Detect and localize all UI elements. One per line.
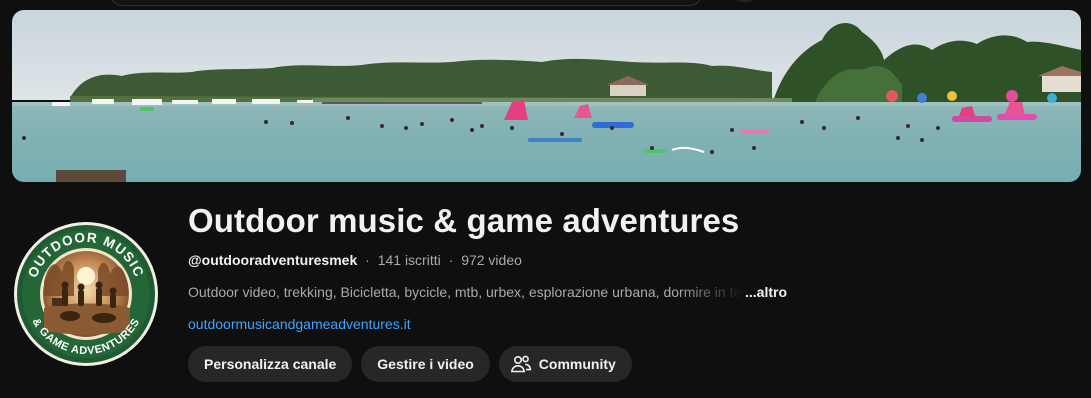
subscriber-count: 141 iscritti — [377, 252, 441, 268]
description-text: Outdoor video, trekking, Bicicletta, byc… — [188, 284, 744, 300]
voice-button-edge[interactable] — [733, 0, 757, 2]
more-link[interactable]: ...altro — [745, 284, 787, 300]
avatar-logo: OUTDOOR MUSIC & GAME ADVENTURES — [14, 222, 158, 366]
channel-handle: @outdooradventuresmek — [188, 252, 358, 268]
channel-actions: Personalizza canale Gestire i video Comm… — [188, 346, 632, 382]
community-button[interactable]: Community — [498, 346, 632, 382]
video-count: 972 video — [461, 252, 522, 268]
channel-banner — [12, 10, 1081, 182]
channel-description[interactable]: Outdoor video, trekking, Bicicletta, byc… — [188, 284, 787, 300]
customize-channel-button[interactable]: Personalizza canale — [188, 346, 353, 382]
search-bar-edge[interactable] — [110, 0, 702, 6]
community-label: Community — [538, 356, 616, 372]
top-search-strip — [0, 0, 1091, 6]
channel-avatar[interactable]: OUTDOOR MUSIC & GAME ADVENTURES — [12, 212, 160, 376]
meta-separator: · — [448, 252, 454, 268]
channel-meta: @outdooradventuresmek · 141 iscritti · 9… — [188, 252, 522, 268]
channel-website-link[interactable]: outdoormusicandgameadventures.it — [188, 316, 411, 332]
lake-banner-image — [12, 10, 1081, 182]
channel-title: Outdoor music & game adventures — [188, 202, 740, 239]
meta-separator: · — [365, 252, 370, 268]
people-icon — [509, 352, 533, 376]
manage-videos-button[interactable]: Gestire i video — [361, 346, 490, 382]
